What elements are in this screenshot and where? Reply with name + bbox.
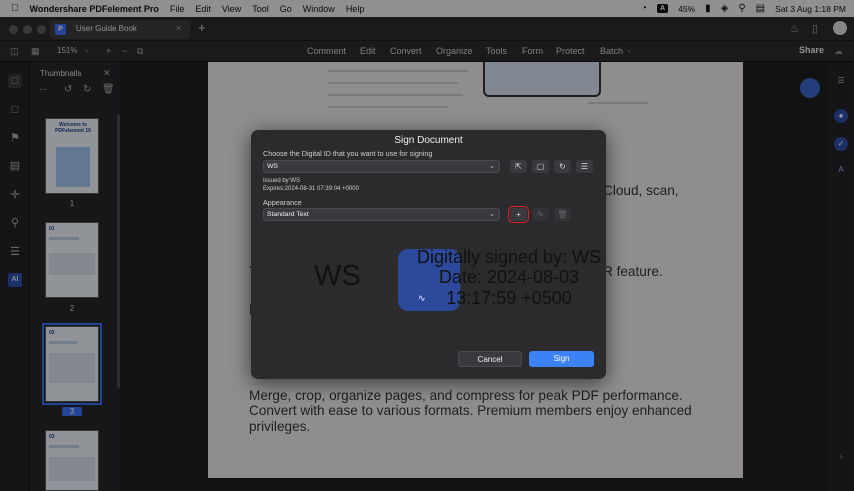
digital-id-select[interactable]: WS ⌄ xyxy=(263,160,500,173)
signature-line-1: Digitally signed by: WS xyxy=(416,247,602,267)
cancel-button[interactable]: Cancel xyxy=(458,351,522,367)
edit-appearance-icon: ✎ xyxy=(532,208,549,221)
signature-line-3: 13:17:59 +0500 xyxy=(446,288,572,308)
chevron-down-icon: ⌄ xyxy=(489,163,495,170)
import-id-icon[interactable]: ⇱ xyxy=(510,160,527,173)
floating-ai-icon[interactable] xyxy=(800,78,820,98)
list-icon[interactable]: ☰ xyxy=(576,160,593,173)
sign-document-dialog: Sign Document Choose the Digital ID that… xyxy=(251,130,606,379)
appearance-select[interactable]: Standard Text ⌄ xyxy=(263,208,500,221)
digital-id-prompt: Choose the Digital ID that you want to u… xyxy=(263,149,433,158)
chevron-down-icon: ⌄ xyxy=(489,211,495,218)
digital-id-value: WS xyxy=(267,163,278,170)
view-certificate-icon[interactable]: ▢ xyxy=(532,160,549,173)
add-appearance-button[interactable]: + xyxy=(508,206,529,223)
signature-line-2: Date: 2024-08-03 xyxy=(438,267,580,287)
issued-by-text: Issued by:WS xyxy=(263,178,301,184)
delete-appearance-icon: 🗑 xyxy=(554,208,571,221)
signature-name: WS xyxy=(314,260,361,292)
expires-text: Expires:2024-08-31 07:39:04 +0000 xyxy=(263,186,359,192)
dialog-title: Sign Document xyxy=(394,135,463,146)
signature-preview: ∿ WS Digitally signed by: WS Date: 2024-… xyxy=(263,230,601,338)
appearance-value: Standard Text xyxy=(267,211,309,218)
refresh-icon[interactable]: ↻ xyxy=(554,160,571,173)
sign-button[interactable]: Sign xyxy=(529,351,594,367)
appearance-label: Appearance xyxy=(263,198,302,207)
